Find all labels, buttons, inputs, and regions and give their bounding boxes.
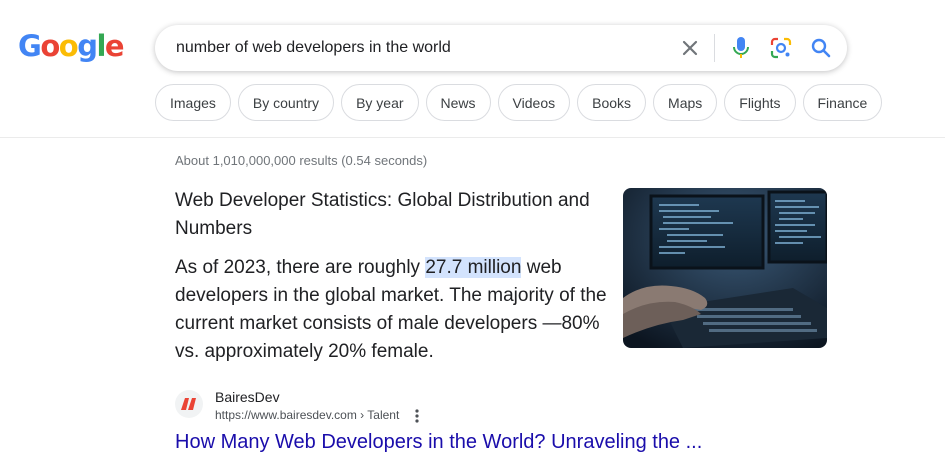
search-input[interactable] [176,25,666,71]
chip-images[interactable]: Images [155,84,231,121]
chip-maps[interactable]: Maps [653,84,718,121]
search-filter-chips: Images By country By year News Videos Bo… [155,84,883,121]
chip-news[interactable]: News [425,84,491,121]
chip-videos[interactable]: Videos [497,84,571,121]
chip-by-year[interactable]: By year [341,84,419,121]
source-url[interactable]: https://www.bairesdev.com › Talent [215,408,399,422]
result-title-link[interactable]: How Many Web Developers in the World? Un… [175,431,702,454]
snippet-title: Web Developer Statistics: Global Distrib… [175,190,590,239]
google-logo[interactable]: Google [18,32,125,61]
bairesdev-favicon[interactable] [175,390,203,418]
search-box-divider [714,34,715,62]
chip-by-country[interactable]: By country [237,84,335,121]
search-box[interactable] [155,25,847,71]
result-stats: About 1,010,000,000 results (0.54 second… [175,153,428,168]
snippet-text-before: As of 2023, there are roughly [175,257,426,278]
source-name[interactable]: BairesDev [215,389,280,405]
search-box-actions [678,25,833,71]
mic-icon[interactable] [729,36,753,60]
header-divider [0,137,945,138]
chip-finance[interactable]: Finance [802,84,883,121]
camera-lens-icon[interactable] [769,36,793,60]
snippet-thumbnail-image[interactable] [623,188,827,348]
kebab-menu-icon[interactable] [410,407,424,425]
search-icon[interactable] [809,36,833,60]
snippet-highlight: 27.7 million [425,257,522,278]
chip-flights[interactable]: Flights [724,84,796,121]
chip-books[interactable]: Books [577,84,647,121]
close-icon[interactable] [678,36,702,60]
snippet-text: As of 2023, there are roughly 27.7 milli… [175,254,615,366]
